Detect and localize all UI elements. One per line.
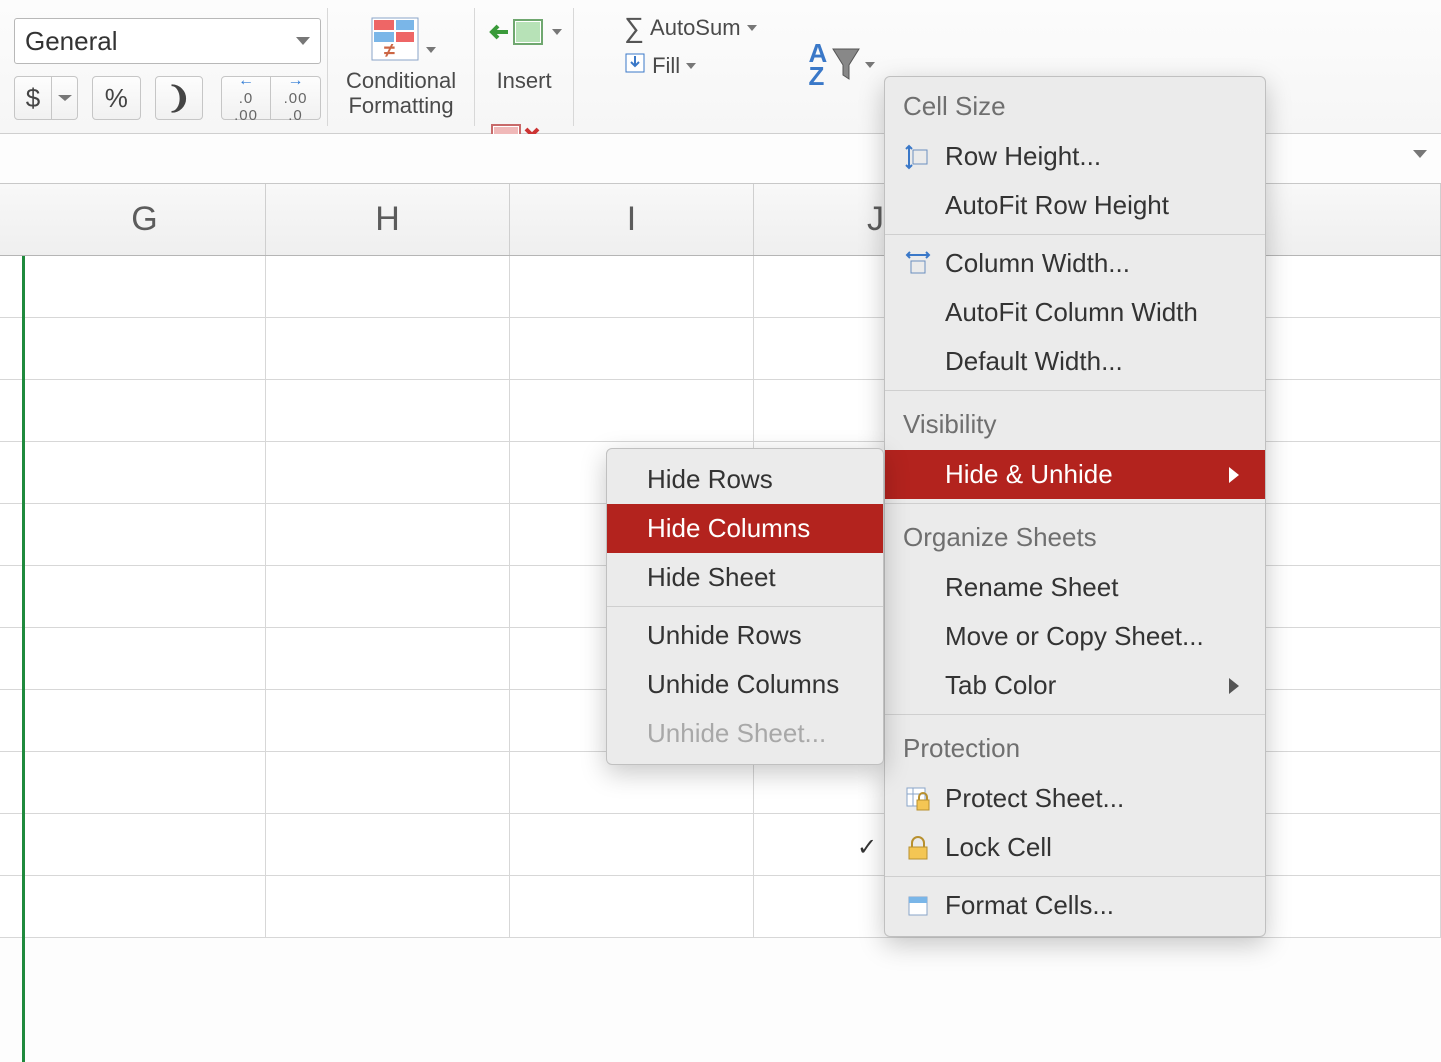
chevron-down-icon — [686, 63, 696, 69]
protect-sheet-icon — [903, 786, 933, 812]
arrow-left-icon — [238, 72, 254, 90]
insert-button[interactable]: Insert — [481, 8, 567, 93]
fill-down-icon — [624, 52, 646, 80]
col-header-g[interactable]: G — [24, 184, 266, 255]
menu-column-width[interactable]: Column Width... — [885, 239, 1265, 288]
cells-group: Insert Delete — [475, 8, 574, 126]
chevron-down-icon — [747, 25, 757, 31]
increase-decimal-button[interactable]: .0 .00 — [221, 76, 271, 120]
menu-section-organize: Organize Sheets — [885, 508, 1265, 563]
hide-unhide-submenu: Hide Rows Hide Columns Hide Sheet Unhide… — [606, 448, 884, 765]
menu-format-cells[interactable]: Format Cells... — [885, 881, 1265, 930]
menu-unhide-rows[interactable]: Unhide Rows — [607, 611, 883, 660]
sort-filter-button[interactable]: AZ — [809, 4, 876, 126]
svg-text:≠: ≠ — [384, 40, 395, 62]
conditional-formatting-icon: ≠ — [366, 12, 424, 66]
menu-autofit-row[interactable]: AutoFit Row Height — [885, 181, 1265, 230]
comma-style-button[interactable]: ❩ — [155, 76, 204, 120]
filter-icon — [829, 43, 863, 88]
chevron-right-icon — [1229, 678, 1239, 694]
menu-row-height[interactable]: Row Height... — [885, 132, 1265, 181]
menu-section-protection: Protection — [885, 719, 1265, 774]
menu-section-cell-size: Cell Size — [885, 77, 1265, 132]
selection-indicator — [22, 256, 25, 1062]
number-format-group: General $ % ❩ .0 .00 — [8, 8, 328, 126]
menu-hide-sheet[interactable]: Hide Sheet — [607, 553, 883, 602]
insert-cells-icon — [486, 8, 562, 56]
menu-hide-rows[interactable]: Hide Rows — [607, 455, 883, 504]
menu-protect-sheet[interactable]: Protect Sheet... — [885, 774, 1265, 823]
autosum-button[interactable]: ∑ AutoSum — [624, 12, 756, 44]
percent-button[interactable]: % — [92, 76, 141, 120]
decrease-decimal-button[interactable]: .00 .0 — [271, 76, 321, 120]
chevron-down-icon — [865, 62, 875, 68]
chevron-down-icon — [552, 29, 562, 35]
sort-icon: AZ — [809, 42, 828, 89]
fill-button[interactable]: Fill — [624, 52, 756, 80]
col-header-h[interactable]: H — [266, 184, 510, 255]
format-menu: Cell Size Row Height... AutoFit Row Heig… — [884, 76, 1266, 937]
currency-dropdown[interactable] — [52, 76, 78, 120]
conditional-formatting-button[interactable]: ≠ ConditionalFormatting — [342, 8, 460, 119]
menu-tab-color[interactable]: Tab Color — [885, 661, 1265, 710]
col-header-i[interactable]: I — [510, 184, 754, 255]
number-format-value: General — [25, 26, 118, 57]
expand-formula-bar-icon[interactable] — [1413, 150, 1427, 158]
styles-group: ≠ ConditionalFormatting Formatas Table — [328, 8, 475, 126]
menu-unhide-sheet: Unhide Sheet... — [607, 709, 883, 758]
row-height-icon — [903, 144, 933, 170]
lock-icon — [903, 835, 933, 861]
chevron-down-icon — [426, 47, 436, 53]
arrow-right-icon — [288, 72, 304, 90]
menu-lock-cell[interactable]: ✓ Lock Cell — [885, 823, 1265, 872]
menu-rename-sheet[interactable]: Rename Sheet — [885, 563, 1265, 612]
menu-section-visibility: Visibility — [885, 395, 1265, 450]
menu-autofit-col[interactable]: AutoFit Column Width — [885, 288, 1265, 337]
menu-hide-columns[interactable]: Hide Columns — [607, 504, 883, 553]
currency-button[interactable]: $ — [14, 76, 52, 120]
chevron-down-icon — [58, 95, 72, 101]
menu-unhide-columns[interactable]: Unhide Columns — [607, 660, 883, 709]
chevron-right-icon — [1229, 467, 1239, 483]
chevron-down-icon — [296, 37, 310, 45]
sigma-icon: ∑ — [624, 12, 644, 44]
menu-hide-unhide[interactable]: Hide & Unhide — [885, 450, 1265, 499]
number-format-combo[interactable]: General — [14, 18, 321, 64]
format-cells-icon — [903, 894, 933, 918]
editing-group: ∑ AutoSum Fill AZ — [574, 8, 881, 126]
menu-move-copy-sheet[interactable]: Move or Copy Sheet... — [885, 612, 1265, 661]
menu-default-width[interactable]: Default Width... — [885, 337, 1265, 386]
column-width-icon — [903, 251, 933, 277]
